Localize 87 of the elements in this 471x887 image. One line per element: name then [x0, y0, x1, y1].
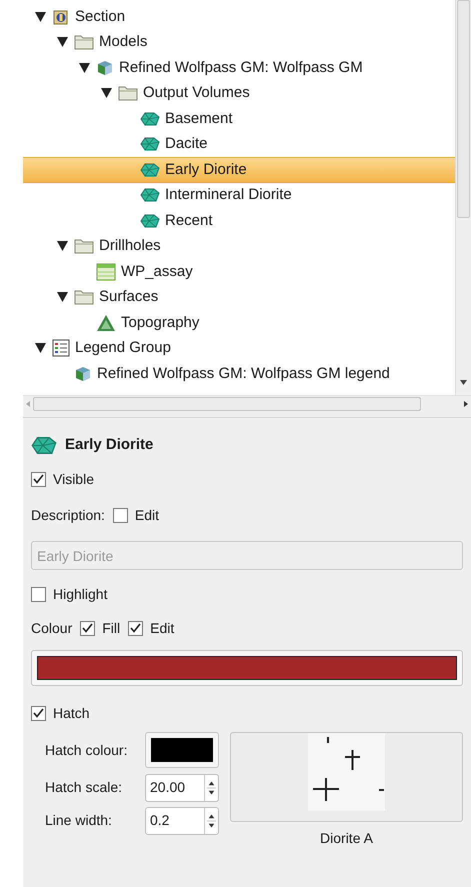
checkbox-label: Edit	[134, 506, 160, 524]
tree-item[interactable]: Legend Group	[23, 336, 455, 361]
tree-item[interactable]: Refined Wolfpass GM: Wolfpass GM	[23, 55, 455, 80]
checkbox-label: Edit	[150, 618, 174, 638]
scroll-right-icon[interactable]	[464, 401, 468, 407]
folder-icon	[74, 238, 94, 254]
checkbox-label: Hatch	[53, 704, 90, 722]
tree-item[interactable]: Models	[23, 30, 455, 55]
tree-item[interactable]: Recent	[23, 208, 455, 234]
folder-icon	[74, 289, 94, 306]
tree-label: Models	[99, 32, 148, 52]
label-text: Colour	[31, 618, 72, 638]
checkbox[interactable]	[31, 472, 46, 486]
checkbox[interactable]	[128, 620, 144, 636]
mountain-icon	[96, 314, 116, 332]
scrollbar-thumb[interactable]	[457, 0, 470, 218]
tree-item[interactable]: Refined Wolfpass GM: Wolfpass GM legend	[23, 361, 455, 386]
tree-label: Basement	[165, 108, 233, 128]
tree-item[interactable]: Early Diorite	[23, 157, 455, 182]
expanded-arrow-icon[interactable]	[34, 12, 46, 22]
checkbox[interactable]	[112, 508, 128, 522]
tree-item[interactable]: Section	[23, 4, 455, 30]
folder-icon	[74, 34, 94, 50]
spin-arrows-icon[interactable]	[204, 774, 218, 800]
pattern-name: Diorite A	[320, 829, 373, 848]
checkbox[interactable]	[80, 620, 96, 636]
section-icon	[52, 8, 70, 26]
tree-item[interactable]: WP_assay	[23, 259, 455, 284]
gem-icon	[140, 110, 160, 127]
tree-label: Surfaces	[99, 287, 158, 307]
folder-icon	[118, 85, 138, 102]
expanded-arrow-icon[interactable]	[56, 292, 68, 302]
tree-label: Section	[75, 6, 126, 26]
tree-item[interactable]: Intermineral Diorite	[23, 182, 455, 208]
label-text: Line width:	[45, 811, 113, 830]
label-text: Hatch colour:	[45, 740, 128, 760]
scroll-down-icon[interactable]	[460, 380, 467, 385]
tree-label: Refined Wolfpass GM: Wolfpass GM legend	[97, 364, 390, 384]
tree-label: WP_assay	[121, 262, 193, 282]
gem-icon	[140, 162, 160, 178]
tree-item[interactable]: Output Volumes	[23, 80, 455, 106]
tree-item[interactable]: Surfaces	[23, 284, 455, 310]
gem-icon	[140, 187, 160, 204]
tree-label: Recent	[165, 210, 213, 230]
label-text: Description:	[31, 506, 105, 525]
legend-icon	[52, 339, 70, 358]
tree-label: Legend Group	[75, 338, 171, 358]
tree-label: Intermineral Diorite	[165, 185, 292, 205]
tree-label: Output Volumes	[143, 83, 250, 103]
line-width-spinbox[interactable]: 0.2	[145, 806, 219, 834]
spinbox-value: 20.00	[149, 778, 186, 797]
checkbox-label: Highlight	[53, 584, 108, 604]
checkbox-label: Fill	[102, 618, 120, 638]
vertical-scrollbar[interactable]	[455, 0, 471, 395]
checkbox-label: Visible	[53, 470, 94, 488]
expanded-arrow-icon[interactable]	[56, 37, 68, 48]
cube-icon	[74, 364, 92, 383]
item-title: Early Diorite	[65, 434, 154, 455]
hatch-colour-button[interactable]	[145, 732, 219, 768]
table-icon	[96, 262, 116, 281]
tree-item[interactable]: Basement	[23, 106, 455, 132]
spin-arrows-icon[interactable]	[204, 808, 218, 834]
colour-button[interactable]	[31, 650, 463, 686]
tree-item[interactable]: Drillholes	[23, 234, 455, 259]
splitter-handle[interactable]	[23, 412, 471, 418]
checkbox[interactable]	[31, 706, 46, 720]
scrollbar-thumb[interactable]	[33, 397, 421, 411]
tree-item[interactable]: Dacite	[23, 132, 455, 157]
spinbox-value: 0.2	[149, 811, 170, 830]
expanded-arrow-icon[interactable]	[78, 62, 90, 73]
expanded-arrow-icon[interactable]	[34, 343, 46, 354]
tree-item[interactable]: Topography	[23, 310, 455, 336]
gem-icon	[140, 136, 160, 152]
tree-label: Topography	[121, 312, 200, 332]
cube-icon	[96, 58, 114, 77]
tree-label: Early Diorite	[165, 160, 247, 180]
checkbox[interactable]	[31, 586, 46, 602]
horizontal-scrollbar[interactable]	[23, 395, 471, 412]
tree-label: Dacite	[165, 134, 208, 154]
tree-label: Refined Wolfpass GM: Wolfpass GM	[119, 58, 363, 78]
expanded-arrow-icon[interactable]	[56, 241, 68, 252]
gem-icon	[31, 434, 57, 456]
label-text: Hatch scale:	[45, 778, 124, 797]
gem-icon	[140, 212, 160, 229]
expanded-arrow-icon[interactable]	[100, 88, 112, 98]
hatch-scale-spinbox[interactable]: 20.00	[145, 774, 219, 802]
tree-label: Drillholes	[99, 236, 161, 256]
